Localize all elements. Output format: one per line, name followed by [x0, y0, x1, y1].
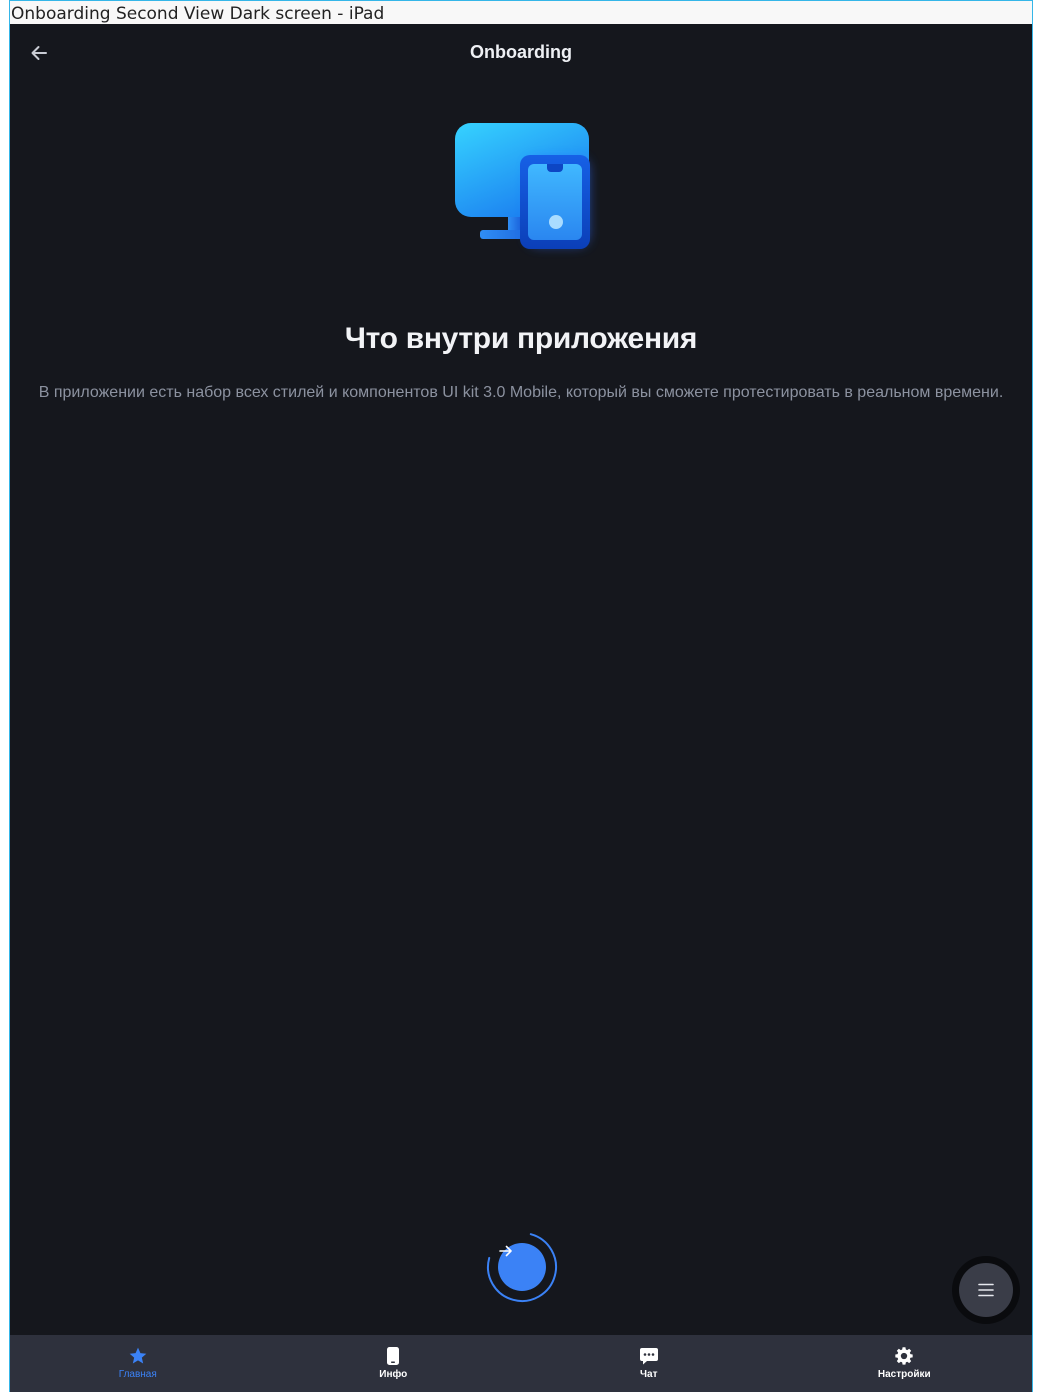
- star-icon: [129, 1347, 147, 1364]
- tab-label: Настройки: [877, 1369, 931, 1380]
- onboarding-description: В приложении есть набор всех стилей и ко…: [38, 384, 1004, 401]
- app-screen: Onboarding Что внутри приложения В прило…: [9, 24, 1033, 1392]
- tab-label: Главная: [118, 1369, 157, 1380]
- phone-icon: [387, 1347, 400, 1365]
- chat-icon: [639, 1348, 658, 1365]
- tab-home[interactable]: Главная: [10, 1335, 266, 1392]
- arrow-right-icon: [499, 1245, 512, 1257]
- fab-inner: [959, 1263, 1013, 1317]
- navigation-bar: Onboarding: [10, 24, 1032, 82]
- next-step-control: [486, 1228, 562, 1304]
- tab-settings[interactable]: Настройки: [777, 1335, 1033, 1392]
- tab-chat[interactable]: Чат: [521, 1335, 777, 1392]
- tab-info[interactable]: Инфо: [266, 1335, 522, 1392]
- menu-icon: [978, 1283, 994, 1297]
- bottom-tab-bar: Главная Инфо Чат Настройки: [10, 1335, 1032, 1392]
- next-button[interactable]: [498, 1243, 546, 1291]
- gear-icon: [895, 1347, 913, 1365]
- tab-label: Чат: [640, 1369, 658, 1380]
- tab-label: Инфо: [379, 1369, 408, 1380]
- page-title: Onboarding: [470, 42, 572, 62]
- menu-fab-button[interactable]: [952, 1256, 1020, 1324]
- onboarding-headline: Что внутри приложения: [344, 322, 698, 355]
- window-title: Onboarding Second View Dark screen - iPa…: [9, 0, 1033, 24]
- devices-icon: [450, 119, 600, 259]
